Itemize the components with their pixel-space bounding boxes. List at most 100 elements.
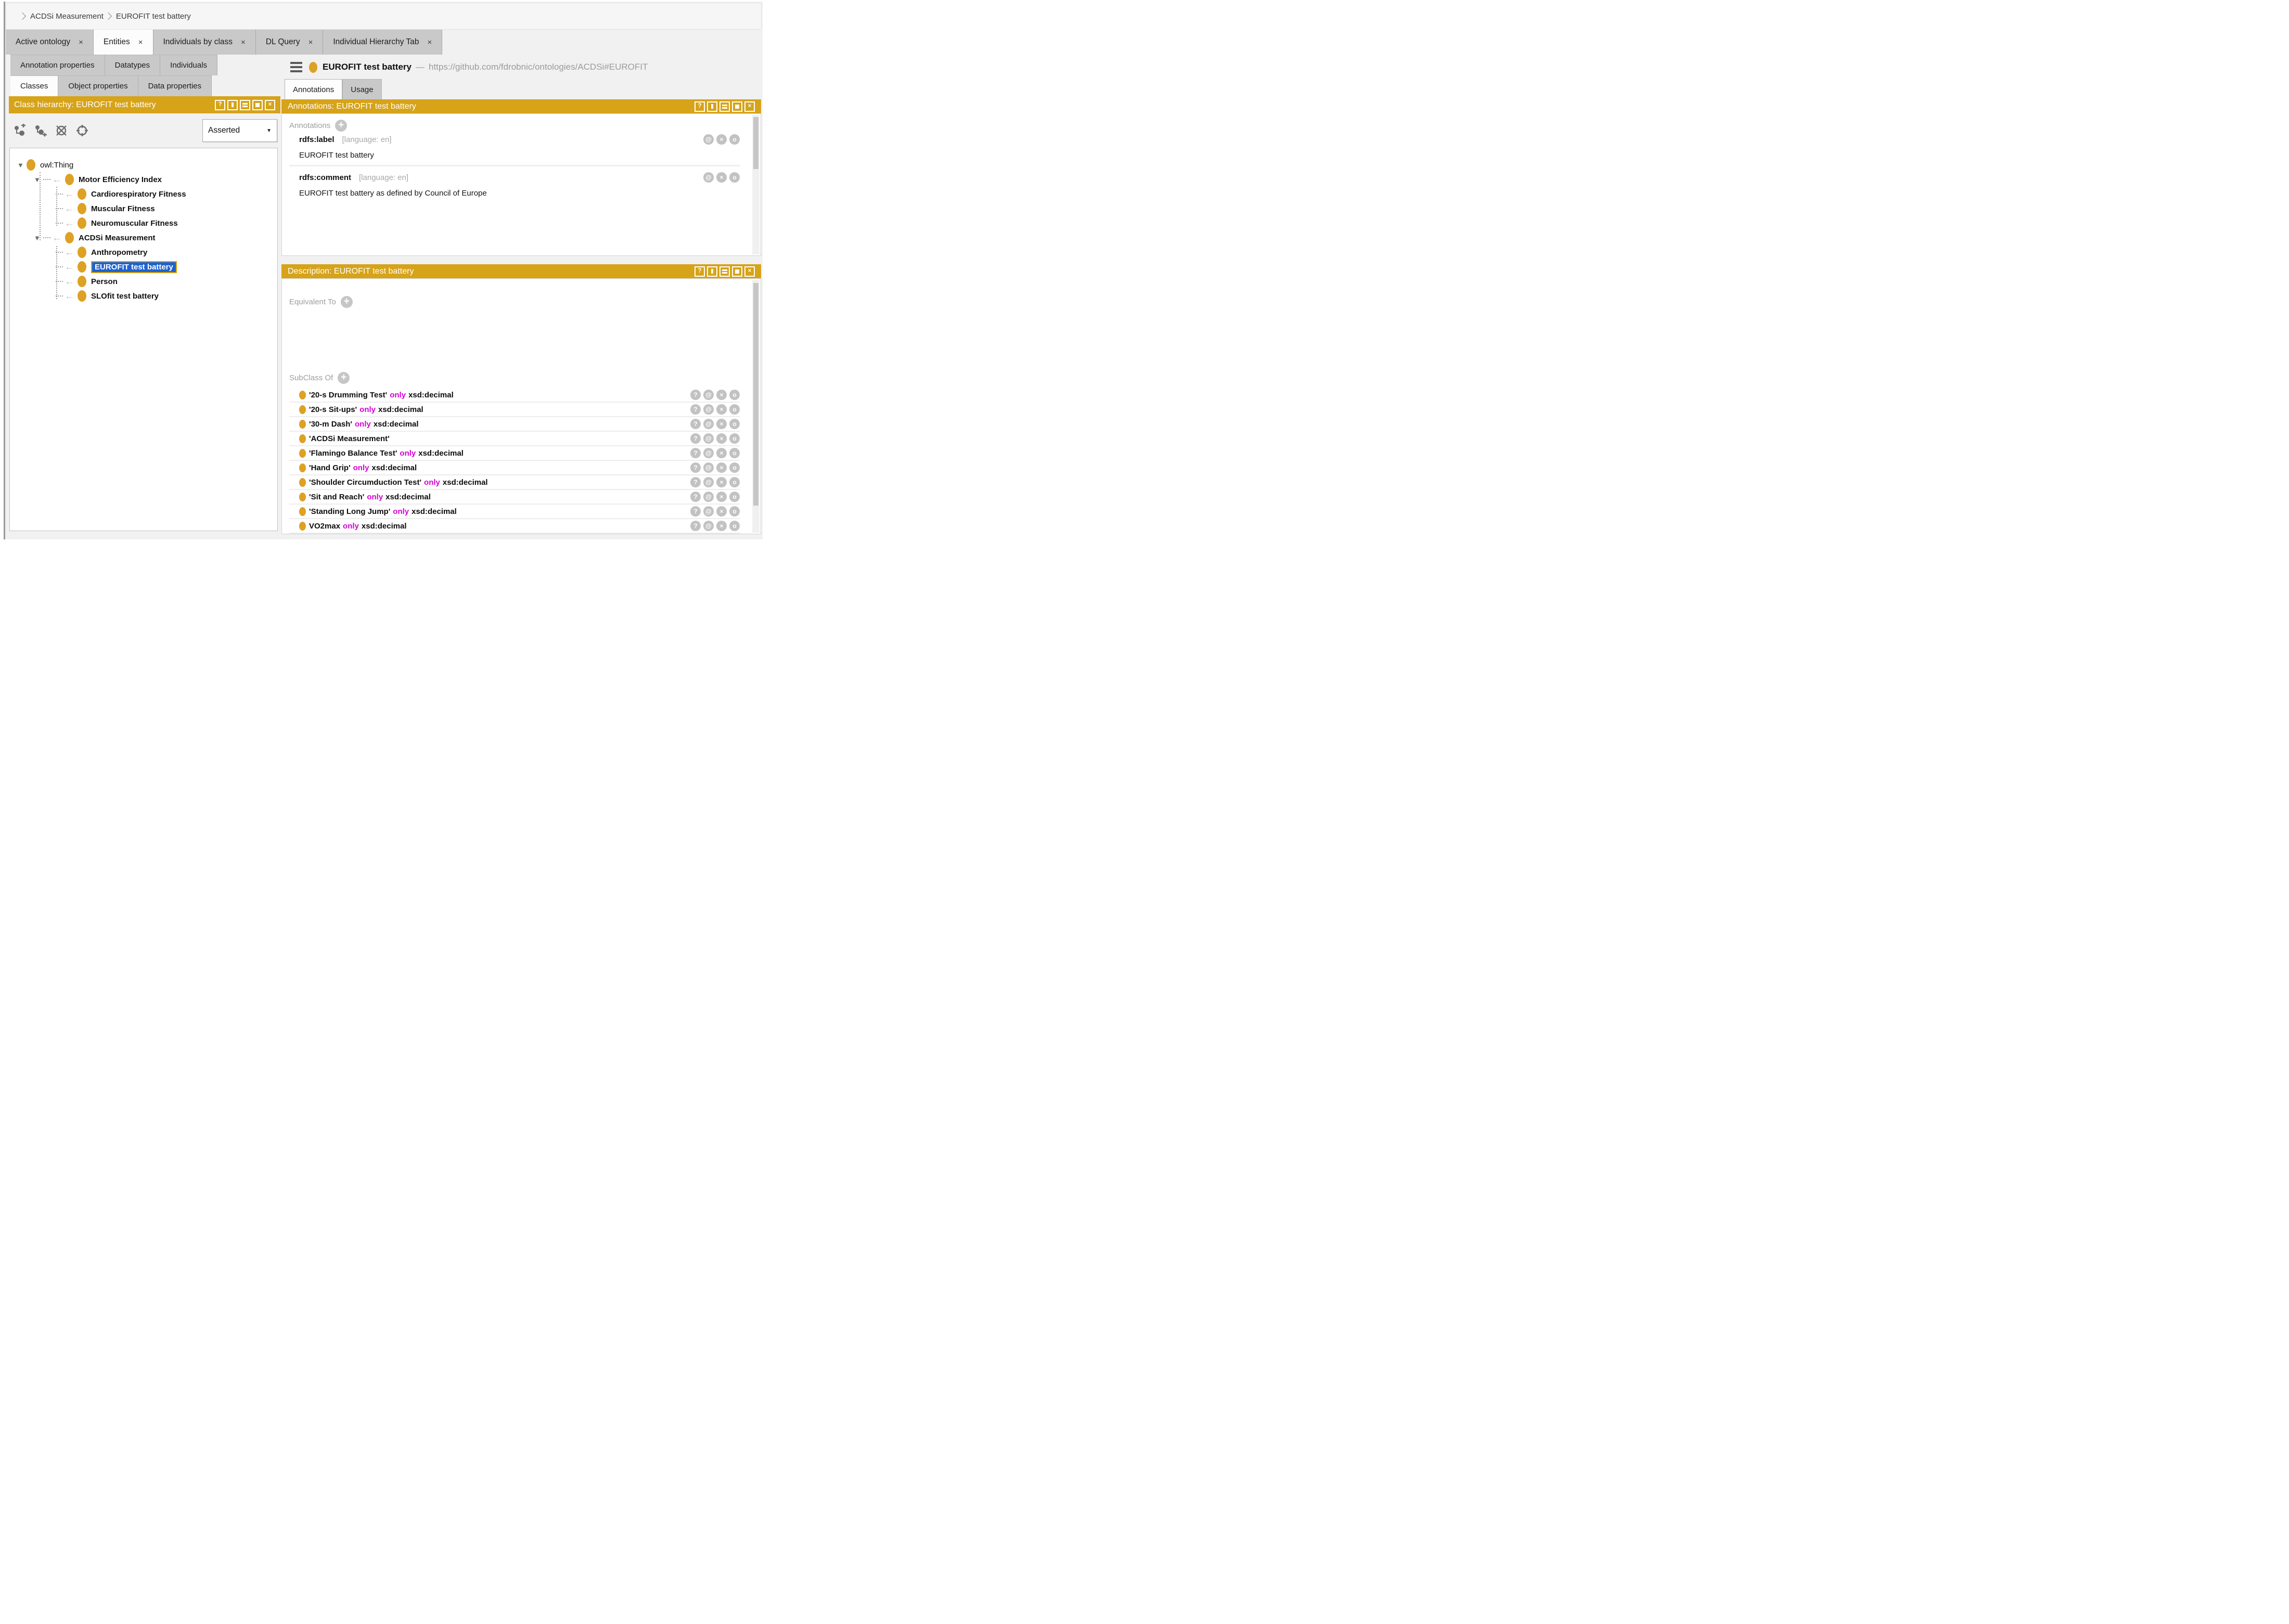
tab-data-properties[interactable]: Data properties <box>138 75 212 96</box>
scrollbar[interactable] <box>752 280 760 533</box>
tree-label[interactable]: owl:Thing <box>40 161 73 170</box>
tree-row-acdsi-measurement[interactable]: ▼ ← ACDSi Measurement <box>10 230 277 245</box>
scrollbar-thumb[interactable] <box>753 117 758 169</box>
tree-row-anthropometry[interactable]: ← Anthropometry <box>10 245 277 260</box>
subclass-axiom-row[interactable]: 'Hand Grip'onlyxsd:decimal ? @ × o <box>289 461 740 475</box>
subclass-axiom-row[interactable]: 'ACDSi Measurement' ? @ × o <box>289 432 740 446</box>
tab-classes[interactable]: Classes <box>10 75 58 96</box>
annotate-icon[interactable]: @ <box>703 390 714 400</box>
edit-icon[interactable]: o <box>729 462 740 473</box>
explain-icon[interactable]: ? <box>690 492 701 502</box>
explain-icon[interactable]: ? <box>690 448 701 458</box>
delete-icon[interactable]: × <box>716 448 727 458</box>
close-icon[interactable]: × <box>241 38 246 47</box>
delete-icon[interactable]: × <box>716 404 727 415</box>
explain-icon[interactable]: ? <box>690 433 701 444</box>
tab-object-properties[interactable]: Object properties <box>58 75 138 96</box>
tree-row-muscular-fitness[interactable]: ← Muscular Fitness <box>10 201 277 216</box>
delete-icon[interactable]: × <box>716 462 727 473</box>
edit-icon[interactable]: o <box>729 433 740 444</box>
float-panel-icon[interactable] <box>252 100 263 110</box>
split-vertical-icon[interactable] <box>227 100 238 110</box>
edit-icon[interactable]: o <box>729 419 740 429</box>
delete-icon[interactable]: × <box>716 492 727 502</box>
tab-usage[interactable]: Usage <box>342 79 381 99</box>
tree-label[interactable]: Person <box>91 277 118 286</box>
tab-dl-query[interactable]: DL Query × <box>256 30 324 55</box>
delete-icon[interactable]: × <box>716 433 727 444</box>
split-horizontal-icon[interactable] <box>719 266 730 277</box>
scrollbar-thumb[interactable] <box>753 283 758 506</box>
expander-icon[interactable]: ▼ <box>17 161 27 169</box>
hierarchy-view-selector[interactable]: Asserted ▼ <box>202 119 277 142</box>
subclass-axiom-row[interactable]: 'Sit and Reach'onlyxsd:decimal ? @ × o <box>289 490 740 505</box>
edit-icon[interactable]: o <box>729 404 740 415</box>
edit-icon[interactable]: o <box>729 492 740 502</box>
split-horizontal-icon[interactable] <box>240 100 250 110</box>
float-panel-icon[interactable] <box>732 101 742 112</box>
annotate-icon[interactable]: @ <box>703 448 714 458</box>
tree-label[interactable]: Muscular Fitness <box>91 204 155 213</box>
help-icon[interactable]: ? <box>215 100 225 110</box>
menu-icon[interactable] <box>290 62 302 72</box>
edit-icon[interactable]: o <box>729 477 740 487</box>
subclass-axiom-row[interactable]: '20-s Sit-ups'onlyxsd:decimal ? @ × o <box>289 403 740 417</box>
scrollbar[interactable] <box>752 115 760 254</box>
close-icon[interactable]: × <box>79 38 83 47</box>
split-vertical-icon[interactable] <box>707 266 717 277</box>
explain-icon[interactable]: ? <box>690 404 701 415</box>
explain-icon[interactable]: ? <box>690 521 701 531</box>
delete-icon[interactable]: × <box>716 390 727 400</box>
tree-label-selected[interactable]: EUROFIT test battery <box>91 261 177 273</box>
subclass-axiom-row[interactable]: 'Standing Long Jump'onlyxsd:decimal ? @ … <box>289 505 740 519</box>
explain-icon[interactable]: ? <box>690 419 701 429</box>
annotate-icon[interactable]: @ <box>703 433 714 444</box>
tab-individuals-by-class[interactable]: Individuals by class × <box>153 30 256 55</box>
close-icon[interactable]: × <box>308 38 313 47</box>
help-icon[interactable]: ? <box>695 101 705 112</box>
close-panel-icon[interactable]: × <box>744 101 755 112</box>
tree-label[interactable]: Anthropometry <box>91 248 147 257</box>
tab-annotation-properties[interactable]: Annotation properties <box>10 55 105 75</box>
tab-annotations[interactable]: Annotations <box>285 79 342 99</box>
edit-icon[interactable]: o <box>729 448 740 458</box>
tab-active-ontology[interactable]: Active ontology × <box>6 30 94 55</box>
subclass-axiom-row[interactable]: '30-m Dash'onlyxsd:decimal ? @ × o <box>289 417 740 432</box>
expander-icon[interactable]: ▼ <box>34 234 43 242</box>
delete-icon[interactable]: × <box>716 172 727 183</box>
close-icon[interactable]: × <box>427 38 432 47</box>
crosshair-icon[interactable] <box>75 124 89 137</box>
tree-row-owl-thing[interactable]: ▼ owl:Thing <box>10 158 277 172</box>
annotate-icon[interactable]: @ <box>703 404 714 415</box>
float-panel-icon[interactable] <box>732 266 742 277</box>
tree-label[interactable]: SLOfit test battery <box>91 292 159 301</box>
subclass-axiom-row[interactable]: 'Shoulder Circumduction Test'onlyxsd:dec… <box>289 475 740 490</box>
delete-icon[interactable]: × <box>716 477 727 487</box>
annotate-icon[interactable]: @ <box>703 521 714 531</box>
tree-label[interactable]: Neuromuscular Fitness <box>91 219 178 228</box>
annotate-icon[interactable]: @ <box>703 172 714 183</box>
delete-icon[interactable]: × <box>716 134 727 145</box>
annotate-icon[interactable]: @ <box>703 506 714 517</box>
annotate-icon[interactable]: @ <box>703 462 714 473</box>
edit-icon[interactable]: o <box>729 134 740 145</box>
close-panel-icon[interactable]: × <box>744 266 755 277</box>
annotate-icon[interactable]: @ <box>703 419 714 429</box>
tab-entities[interactable]: Entities × <box>94 30 153 55</box>
tree-label[interactable]: Cardiorespiratory Fitness <box>91 190 186 199</box>
explain-icon[interactable]: ? <box>690 506 701 517</box>
add-annotation-icon[interactable]: + <box>335 120 347 132</box>
tab-datatypes[interactable]: Datatypes <box>105 55 161 75</box>
delete-icon[interactable]: × <box>716 419 727 429</box>
annotate-icon[interactable]: @ <box>703 134 714 145</box>
explain-icon[interactable]: ? <box>690 477 701 487</box>
close-icon[interactable]: × <box>138 38 143 47</box>
split-horizontal-icon[interactable] <box>719 101 730 112</box>
delete-icon[interactable]: × <box>716 506 727 517</box>
add-sibling-class-icon[interactable] <box>34 124 47 137</box>
annotate-icon[interactable]: @ <box>703 477 714 487</box>
tree-row-cardiorespiratory-fitness[interactable]: ← Cardiorespiratory Fitness <box>10 187 277 201</box>
tree-row-slofit-test-battery[interactable]: ← SLOfit test battery <box>10 289 277 303</box>
subclass-axiom-row[interactable]: VO2maxonlyxsd:decimal ? @ × o <box>289 519 740 534</box>
split-vertical-icon[interactable] <box>707 101 717 112</box>
